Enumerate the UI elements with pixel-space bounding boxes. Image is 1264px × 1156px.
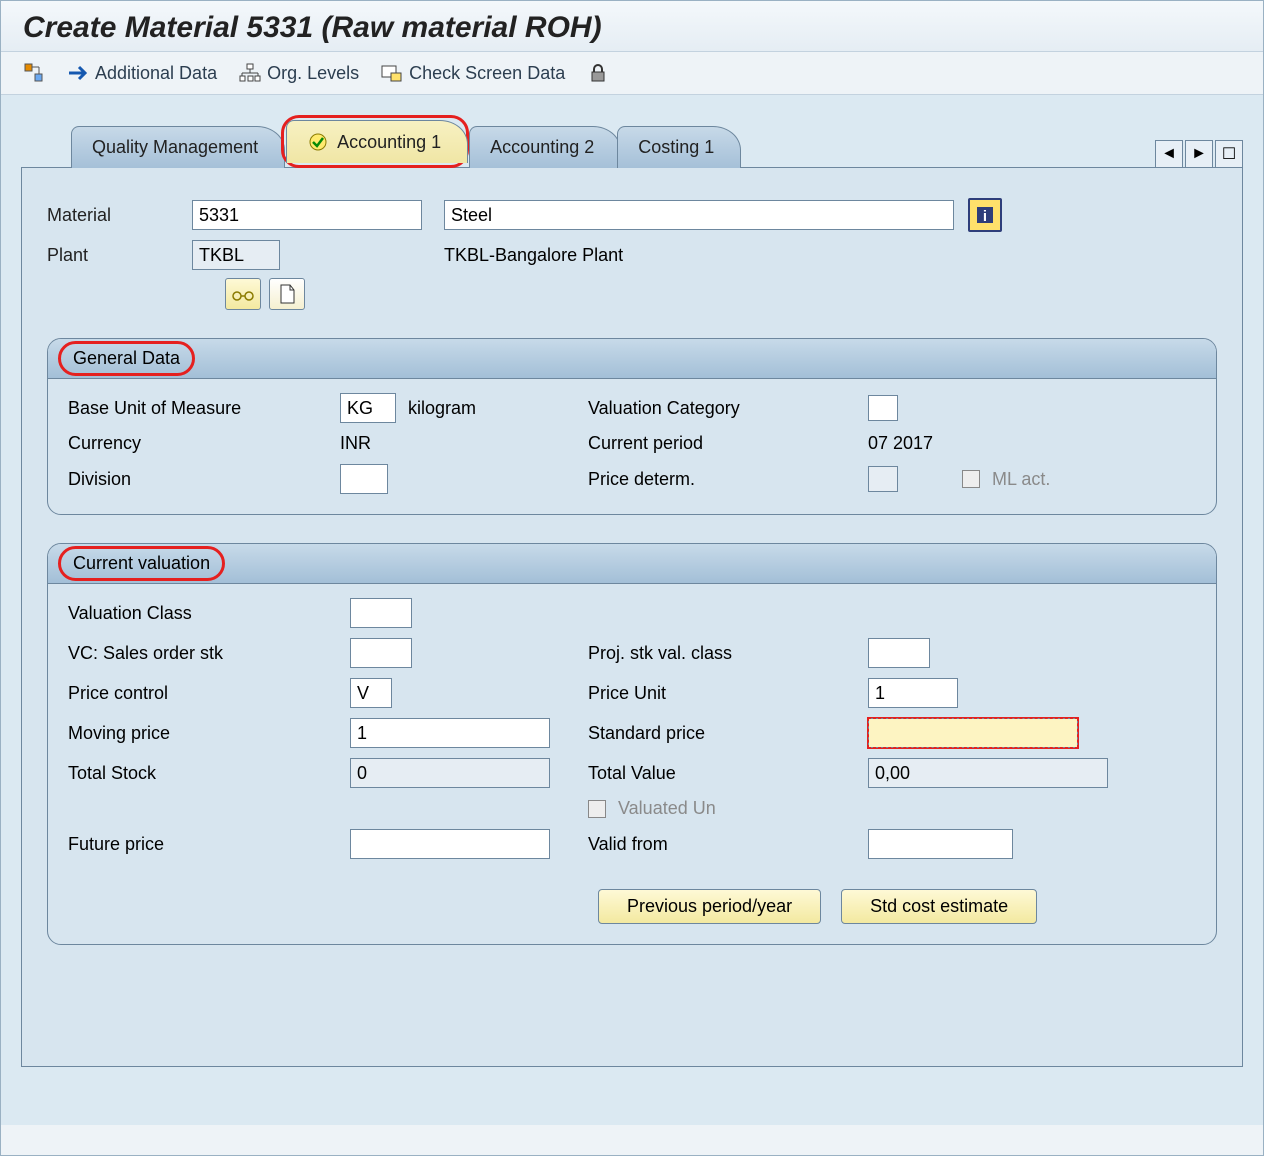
priceunit-label: Price Unit [588, 683, 666, 704]
page-icon [278, 284, 296, 304]
currency-label: Currency [68, 433, 328, 454]
current-valuation-group: Current valuation Valuation Class VC: Sa… [47, 543, 1217, 945]
vcsos-label: VC: Sales order stk [68, 643, 338, 664]
tab-list-icon: ☐ [1222, 144, 1236, 164]
plant-code-input [192, 240, 280, 270]
info-icon: i [975, 205, 995, 225]
tab-costing-1[interactable]: Costing 1 [617, 126, 741, 168]
valun-label: Valuated Un [618, 798, 716, 819]
check-screen-button[interactable]: Check Screen Data [381, 62, 565, 84]
org-levels-button[interactable]: Org. Levels [239, 62, 359, 84]
division-input[interactable] [340, 464, 388, 494]
pricectrl-label: Price control [68, 683, 338, 704]
mlact-label: ML act. [992, 469, 1050, 490]
stdprice-input[interactable] [868, 718, 1078, 748]
vcsos-input[interactable] [350, 638, 412, 668]
valcat-input[interactable] [868, 395, 898, 421]
projstk-input[interactable] [868, 638, 930, 668]
valclass-label: Valuation Class [68, 603, 338, 624]
movprice-input[interactable] [350, 718, 550, 748]
highlight-current-valuation: Current valuation [58, 546, 225, 581]
tab-list-button[interactable]: ☐ [1215, 140, 1243, 168]
material-label: Material [47, 205, 192, 226]
pricectrl-input[interactable] [350, 678, 392, 708]
curperiod-label: Current period [588, 433, 703, 454]
totvalue-input [868, 758, 1108, 788]
check-screen-label: Check Screen Data [409, 63, 565, 84]
stdprice-label: Standard price [588, 723, 705, 744]
division-label: Division [68, 469, 328, 490]
buom-label: Base Unit of Measure [68, 398, 328, 419]
arrow-right-icon [67, 62, 89, 84]
info-button[interactable]: i [968, 198, 1002, 232]
curperiod-value: 07 2017 [868, 433, 933, 454]
priceunit-input[interactable] [868, 678, 958, 708]
content-panel: Material i Plant TKBL-Bangalore Plant [21, 167, 1243, 1067]
tab-strip: Quality Management Accounting 1 Accounti… [71, 115, 1243, 168]
future-label: Future price [68, 834, 338, 855]
tab-accounting-1[interactable]: Accounting 1 [286, 120, 468, 163]
previous-period-button[interactable]: Previous period/year [598, 889, 821, 924]
highlight-general-data: General Data [58, 341, 195, 376]
triangle-right-icon: ► [1191, 145, 1207, 163]
additional-data-button[interactable]: Additional Data [67, 62, 217, 84]
buom-input[interactable] [340, 393, 396, 423]
validfrom-input[interactable] [868, 829, 1013, 859]
plant-desc: TKBL-Bangalore Plant [444, 245, 623, 266]
mlact-checkbox [962, 470, 980, 488]
totvalue-label: Total Value [588, 763, 676, 784]
tab-scroll-left[interactable]: ◄ [1155, 140, 1183, 168]
pricedet-input [868, 466, 898, 492]
tab-scroll-right[interactable]: ► [1185, 140, 1213, 168]
currency-value: INR [340, 433, 371, 454]
future-input[interactable] [350, 829, 550, 859]
std-cost-estimate-button[interactable]: Std cost estimate [841, 889, 1037, 924]
active-tab-icon [307, 131, 329, 153]
tab-accounting-2[interactable]: Accounting 2 [469, 126, 621, 168]
valclass-input[interactable] [350, 598, 412, 628]
check-screen-icon [381, 62, 403, 84]
org-levels-label: Org. Levels [267, 63, 359, 84]
additional-data-label: Additional Data [95, 63, 217, 84]
lock-icon [587, 62, 609, 84]
tab-quality-mgmt[interactable]: Quality Management [71, 126, 285, 168]
material-desc-input[interactable] [444, 200, 954, 230]
org-tree-icon [239, 62, 261, 84]
new-doc-button[interactable] [269, 278, 305, 310]
general-data-title: General Data [67, 344, 186, 373]
totstock-input [350, 758, 550, 788]
projstk-label: Proj. stk val. class [588, 643, 732, 664]
totstock-label: Total Stock [68, 763, 338, 784]
hierarchy-plus-icon [23, 62, 45, 84]
general-data-group: General Data Base Unit of Measure kilogr… [47, 338, 1217, 515]
material-code-input[interactable] [192, 200, 422, 230]
valcat-label: Valuation Category [588, 398, 740, 419]
plant-label: Plant [47, 245, 192, 266]
create-view-button[interactable] [23, 62, 45, 84]
highlight-accounting1: Accounting 1 [281, 115, 469, 168]
page-title: Create Material 5331 (Raw material ROH) [23, 11, 1241, 45]
valun-checkbox [588, 800, 606, 818]
buom-text: kilogram [408, 398, 476, 419]
movprice-label: Moving price [68, 723, 338, 744]
app-toolbar: Additional Data Org. Levels Check Screen… [1, 52, 1263, 95]
triangle-left-icon: ◄ [1161, 145, 1177, 163]
display-change-button[interactable] [225, 278, 261, 310]
lock-button[interactable] [587, 62, 609, 84]
pricedet-label: Price determ. [588, 469, 695, 490]
current-valuation-title: Current valuation [67, 549, 216, 578]
glasses-icon [231, 286, 255, 302]
svg-text:i: i [983, 208, 987, 225]
validfrom-label: Valid from [588, 834, 668, 855]
